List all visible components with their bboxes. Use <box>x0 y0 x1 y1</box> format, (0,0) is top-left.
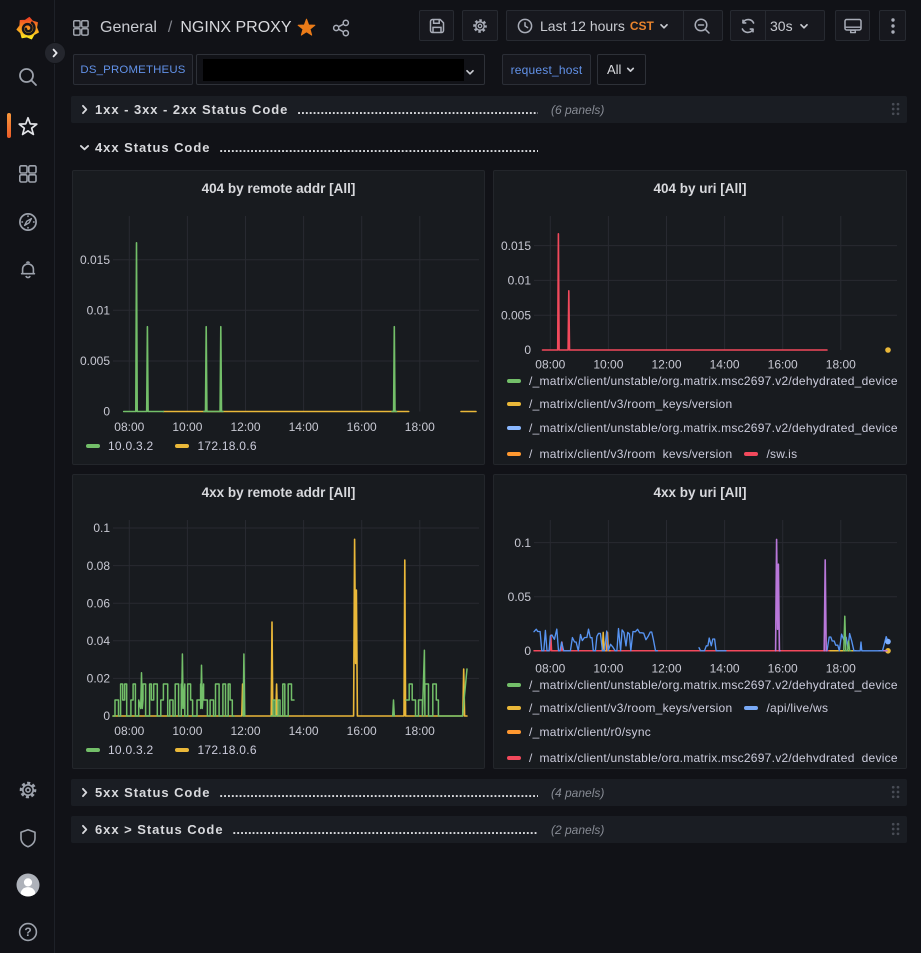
svg-text:08:00: 08:00 <box>114 420 144 434</box>
svg-text:0.01: 0.01 <box>87 304 111 318</box>
svg-text:0.005: 0.005 <box>80 354 110 368</box>
svg-text:0.02: 0.02 <box>87 672 111 686</box>
svg-text:0: 0 <box>103 709 110 723</box>
svg-text:0.05: 0.05 <box>508 590 532 604</box>
svg-text:12:00: 12:00 <box>230 724 260 738</box>
svg-text:18:00: 18:00 <box>405 420 435 434</box>
svg-text:0.015: 0.015 <box>80 253 110 267</box>
svg-text:16:00: 16:00 <box>347 420 377 434</box>
svg-text:08:00: 08:00 <box>114 724 144 738</box>
svg-text:0.015: 0.015 <box>501 239 531 253</box>
svg-text:0: 0 <box>524 343 531 357</box>
svg-text:10:00: 10:00 <box>172 420 202 434</box>
svg-text:0: 0 <box>103 405 110 419</box>
svg-text:14:00: 14:00 <box>289 724 319 738</box>
svg-text:?: ? <box>24 925 31 939</box>
svg-text:10:00: 10:00 <box>172 724 202 738</box>
svg-text:0: 0 <box>524 644 531 658</box>
svg-text:0.01: 0.01 <box>508 274 532 288</box>
svg-text:0.06: 0.06 <box>87 596 111 610</box>
svg-text:0.1: 0.1 <box>93 521 110 535</box>
svg-text:18:00: 18:00 <box>405 724 435 738</box>
svg-text:0.005: 0.005 <box>501 308 531 322</box>
svg-text:16:00: 16:00 <box>347 724 377 738</box>
svg-text:0.04: 0.04 <box>87 634 111 648</box>
svg-text:0.08: 0.08 <box>87 559 111 573</box>
svg-text:0.1: 0.1 <box>514 536 531 550</box>
svg-text:12:00: 12:00 <box>230 420 260 434</box>
svg-text:14:00: 14:00 <box>289 420 319 434</box>
